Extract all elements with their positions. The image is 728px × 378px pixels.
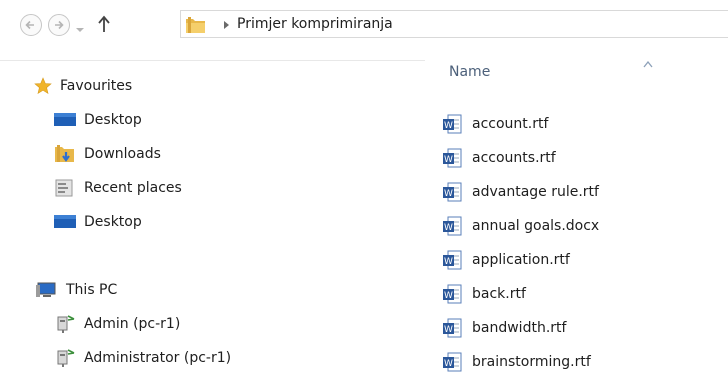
word-document-icon: W <box>443 250 462 270</box>
nav-item-label: Admin (pc-r1) <box>84 316 181 332</box>
file-item[interactable]: W accounts.rtf <box>443 144 556 172</box>
file-item[interactable]: W bandwidth.rtf <box>443 314 566 342</box>
chevron-right-icon <box>224 21 229 29</box>
nav-item-network-drive[interactable]: Admin (pc-r1) <box>56 310 180 338</box>
svg-text:W: W <box>444 189 453 199</box>
downloads-folder-icon <box>55 145 74 162</box>
file-name: accounts.rtf <box>472 150 556 166</box>
file-name: bandwidth.rtf <box>472 320 567 336</box>
nav-item-recent-places[interactable]: Recent places <box>54 174 182 202</box>
nav-favourites-label: Favourites <box>60 78 133 94</box>
nav-this-pc[interactable]: This PC <box>36 276 117 304</box>
file-item[interactable]: W application.rtf <box>443 246 570 274</box>
word-document-icon: W <box>443 182 462 202</box>
forward-button[interactable] <box>48 14 70 36</box>
back-button[interactable] <box>20 14 42 36</box>
word-document-icon: W <box>443 114 462 134</box>
breadcrumb-folder[interactable]: Primjer komprimiranja <box>237 16 393 32</box>
chevron-down-icon <box>76 28 84 32</box>
nav-item-label: Administrator (pc-r1) <box>84 350 232 366</box>
computer-icon <box>36 282 56 297</box>
nav-item-network-drive[interactable]: Administrator (pc-r1) <box>56 344 231 372</box>
file-name: back.rtf <box>472 286 526 302</box>
word-document-icon: W <box>443 352 462 372</box>
svg-text:W: W <box>444 155 453 165</box>
nav-item-desktop[interactable]: Desktop <box>54 208 142 236</box>
nav-item-downloads[interactable]: Downloads <box>54 140 161 168</box>
sort-ascending-icon <box>643 61 653 68</box>
file-item[interactable]: W brainstorming.rtf <box>443 348 591 376</box>
svg-text:W: W <box>444 325 453 335</box>
file-name: annual goals.docx <box>472 218 600 234</box>
svg-text:W: W <box>444 291 453 301</box>
nav-item-label: Desktop <box>84 112 142 128</box>
nav-item-desktop[interactable]: Desktop <box>54 106 142 134</box>
file-item[interactable]: W back.rtf <box>443 280 526 308</box>
star-icon <box>34 77 52 95</box>
svg-text:W: W <box>444 121 453 131</box>
word-document-icon: W <box>443 148 462 168</box>
file-item[interactable]: W advantage rule.rtf <box>443 178 599 206</box>
nav-item-label: Desktop <box>84 214 142 230</box>
svg-text:W: W <box>444 257 453 267</box>
file-list: Name W account.rtf W accounts.rtf W adva… <box>435 40 728 378</box>
desktop-icon <box>54 113 76 126</box>
arrow-up-icon <box>98 15 110 32</box>
folder-icon <box>186 17 205 33</box>
desktop-icon <box>54 215 76 228</box>
word-document-icon: W <box>443 216 462 236</box>
up-button[interactable] <box>95 14 113 34</box>
file-item[interactable]: W account.rtf <box>443 110 548 138</box>
file-name: account.rtf <box>472 116 549 132</box>
file-item[interactable]: W annual goals.docx <box>443 212 599 240</box>
network-drive-icon <box>57 315 75 333</box>
word-document-icon: W <box>443 318 462 338</box>
file-name: application.rtf <box>472 252 570 268</box>
nav-item-label: Downloads <box>84 146 161 162</box>
column-header-name[interactable]: Name <box>449 64 490 80</box>
arrow-right-icon <box>55 20 64 30</box>
word-document-icon: W <box>443 284 462 304</box>
file-name: advantage rule.rtf <box>472 184 599 200</box>
nav-favourites[interactable]: Favourites <box>34 72 132 100</box>
svg-text:W: W <box>444 359 453 369</box>
file-name: brainstorming.rtf <box>472 354 591 370</box>
address-field[interactable]: Primjer komprimiranja <box>180 10 728 38</box>
header-divider <box>0 60 425 61</box>
navigation-pane: Favourites Desktop Downloads Recent plac… <box>0 60 425 378</box>
recent-places-icon <box>55 179 73 197</box>
nav-this-pc-label: This PC <box>66 282 118 298</box>
recent-locations-button[interactable] <box>75 20 85 32</box>
network-drive-icon <box>57 349 75 367</box>
nav-item-label: Recent places <box>84 180 182 196</box>
arrow-left-icon <box>25 20 34 30</box>
svg-text:W: W <box>444 223 453 233</box>
